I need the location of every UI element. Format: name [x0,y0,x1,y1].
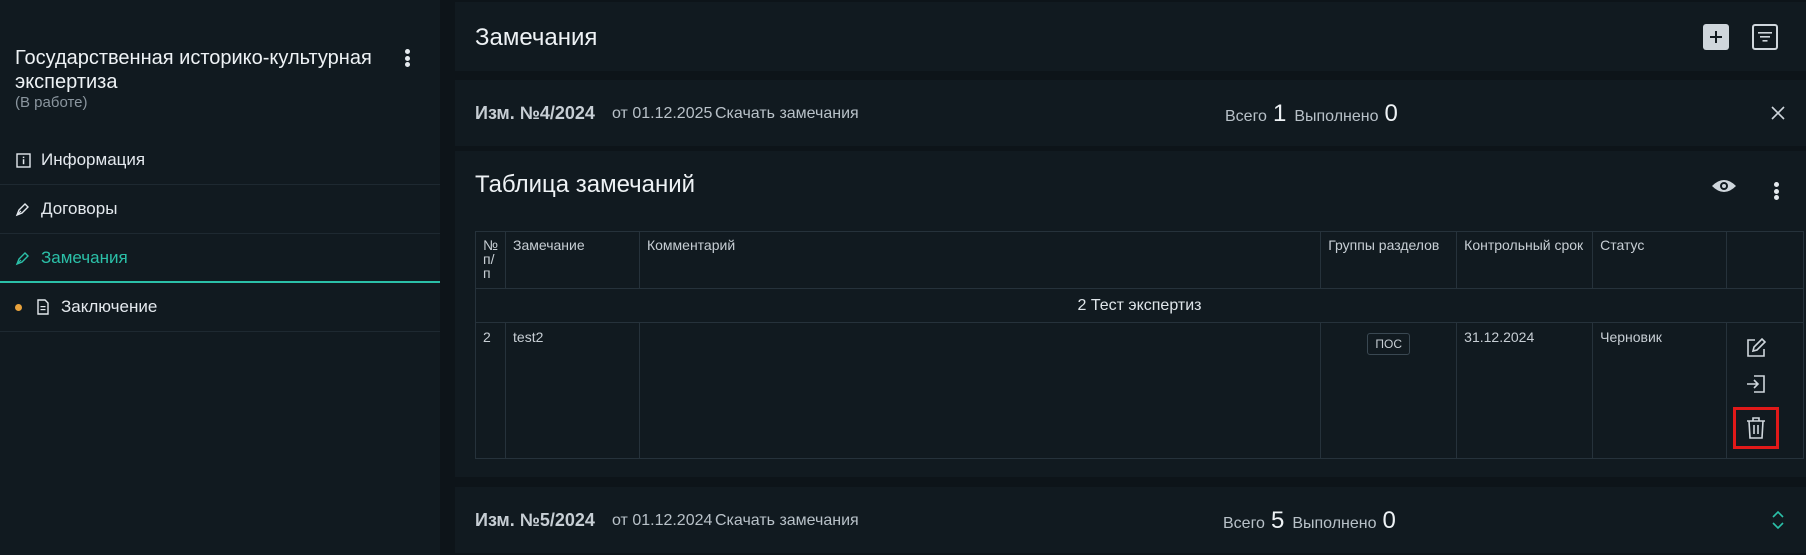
done-count: 0 [1382,507,1396,534]
revision-stats: Всего 1 Выполнено 0 [1225,100,1406,128]
col-header-remark: Замечание [505,231,640,289]
table-title: Таблица замечаний [475,171,696,198]
plus-icon [1710,31,1722,43]
col-header-num: № п/ п [474,231,507,289]
table-row[interactable]: 2 test2 ПОС 31.12.2024 Черновик [474,322,1804,459]
total-count: 5 [1270,507,1285,534]
sidebar-nav: Информация Договоры Замечания Заключение [0,136,440,332]
table-header-row: № п/ п Замечание Комментарий Группы разд… [474,231,1804,289]
filter-button[interactable] [1752,24,1778,50]
remarks-table: № п/ п Замечание Комментарий Группы разд… [474,231,1804,459]
eye-icon[interactable] [1711,177,1737,200]
cell-deadline: 31.12.2024 [1456,322,1594,459]
sidebar: Государственная историко-культурная эксп… [0,0,440,555]
done-label: Выполнено [1292,515,1377,532]
done-count: 0 [1384,100,1398,127]
document-icon [35,299,51,315]
download-remarks-link[interactable]: Скачать замечания [715,512,859,530]
remarks-header: Замечания [455,2,1806,71]
pen-icon [15,250,31,266]
revision-number: Изм. №5/2024 [475,510,595,530]
col-header-status: Статус [1592,231,1728,289]
group-tag: ПОС [1367,333,1411,355]
col-header-groups: Группы разделов [1320,231,1458,289]
remarks-table-card: Таблица замечаний № п/ п Замечание Комме… [455,151,1806,477]
edit-icon[interactable] [1741,333,1771,363]
project-menu-icon[interactable] [397,46,417,70]
move-icon[interactable] [1741,369,1771,399]
sidebar-item-remarks[interactable]: Замечания [0,234,440,283]
revision-bar: Изм. №4/2024 от 01.12.2025 Скачать замеч… [455,80,1806,146]
delete-button[interactable] [1733,407,1780,449]
add-button[interactable] [1703,24,1729,50]
project-status: (В работе) [15,94,88,111]
info-icon [15,152,31,168]
filter-icon [1758,32,1772,42]
cell-num: 2 [474,322,507,459]
project-title: Государственная историко-культурная эксп… [15,47,372,93]
group-label: 2 Тест экспертиз [475,288,1804,323]
cell-comment [638,322,1322,459]
total-label: Всего [1225,108,1267,125]
close-icon[interactable] [1765,100,1791,126]
download-remarks-link[interactable]: Скачать замечания [715,105,859,123]
cell-groups: ПОС [1320,322,1458,459]
page-title: Замечания [475,24,598,51]
sidebar-item-conclusion[interactable]: Заключение [0,283,440,332]
expand-icon[interactable] [1765,507,1791,533]
pen-icon [15,201,31,217]
cell-actions [1726,322,1804,459]
cell-remark: test2 [505,322,640,459]
total-count: 1 [1272,100,1287,127]
table-menu-icon[interactable] [1766,179,1786,203]
revision-number: Изм. №4/2024 [475,103,595,123]
sidebar-item-contracts[interactable]: Договоры [0,185,440,234]
sidebar-item-info[interactable]: Информация [0,136,440,185]
sidebar-item-label: Замечания [41,247,128,267]
trash-icon [1747,417,1766,439]
status-dot [15,303,22,311]
col-header-actions [1726,231,1804,289]
revision-date: от 01.12.2025 [612,105,713,122]
revision-bar: Изм. №5/2024 от 01.12.2024 Скачать замеч… [455,487,1806,553]
group-row: 2 Тест экспертиз [475,288,1804,323]
total-label: Всего [1223,515,1265,532]
sidebar-item-label: Информация [41,150,146,169]
revision-date: от 01.12.2024 [612,512,713,529]
revision-stats: Всего 5 Выполнено 0 [1223,507,1404,535]
done-label: Выполнено [1294,108,1379,125]
cell-status: Черновик [1592,322,1728,459]
sidebar-item-label: Договоры [41,199,118,218]
col-header-comment: Комментарий [638,231,1322,289]
sidebar-item-label: Заключение [61,297,158,316]
col-header-deadline: Контрольный срок [1456,231,1594,289]
